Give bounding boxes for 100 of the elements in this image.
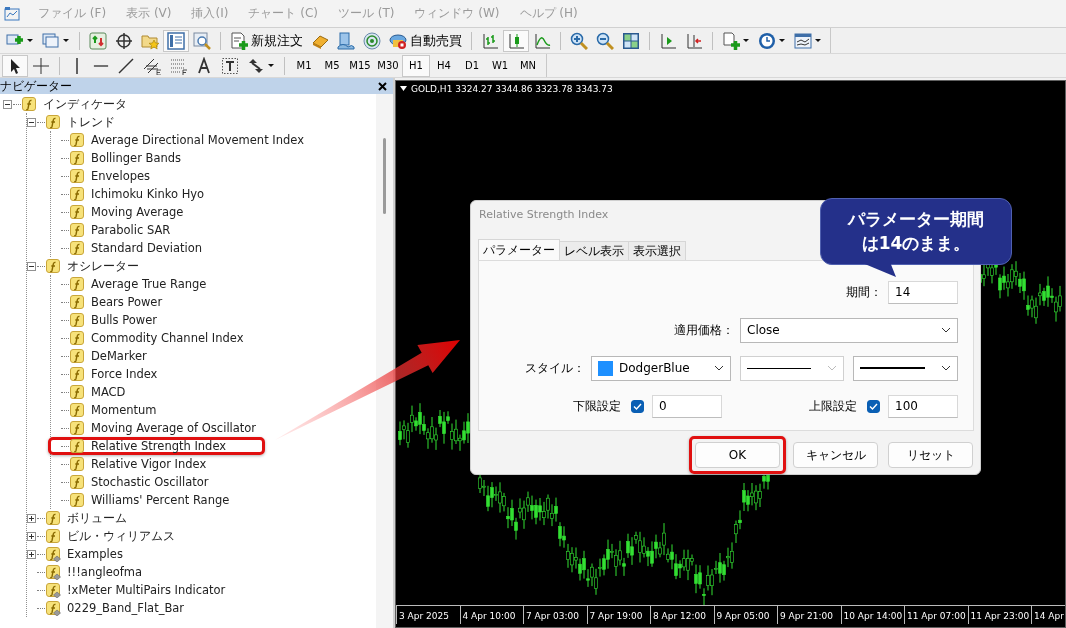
- scrollbar[interactable]: [376, 94, 393, 628]
- tree-item[interactable]: DeMarker: [91, 349, 147, 363]
- shift-chart-icon: [659, 31, 677, 50]
- tree-item[interactable]: Bollinger Bands: [91, 151, 182, 165]
- collapse-icon[interactable]: [3, 99, 12, 109]
- tree-item[interactable]: Force Index: [91, 367, 158, 381]
- tree-item[interactable]: 0229_Band_Flat_Bar: [67, 601, 185, 615]
- color-dropdown[interactable]: DodgerBlue: [591, 355, 731, 381]
- tree-item[interactable]: Envelopes: [91, 169, 151, 183]
- timeframe-button[interactable]: MN: [514, 54, 542, 77]
- tree-item[interactable]: Momentum: [91, 403, 157, 417]
- dialog-title: Relative Strength Index: [478, 207, 609, 223]
- collapse-icon[interactable]: [27, 117, 36, 127]
- tree-item[interactable]: オシレーター: [67, 258, 139, 274]
- axis-label: 4 Apr 10:00: [459, 605, 523, 624]
- line-width-dropdown[interactable]: [853, 355, 958, 381]
- checkbox[interactable]: [631, 399, 644, 413]
- field-label: スタイル：: [525, 359, 585, 377]
- panel-button[interactable]: [163, 29, 189, 52]
- tree-item[interactable]: Examples: [67, 547, 123, 561]
- timeframe-button[interactable]: M30: [374, 54, 402, 77]
- timeframe-button[interactable]: D1: [458, 54, 486, 77]
- timeframe-button[interactable]: W1: [486, 54, 514, 77]
- expand-icon[interactable]: [27, 513, 36, 523]
- candlestick-button[interactable]: [503, 29, 529, 52]
- axis-label: 14 Apr: [1031, 605, 1065, 624]
- expand-icon[interactable]: [27, 549, 36, 559]
- tree-item[interactable]: Standard Deviation: [91, 241, 202, 255]
- line-style-dropdown[interactable]: [740, 355, 844, 381]
- tree-item[interactable]: トレンド: [67, 114, 115, 130]
- dropdown-arrow-icon: [268, 63, 275, 68]
- tree-item[interactable]: Average Directional Movement Index: [91, 133, 304, 147]
- horizontal-line-icon: [93, 63, 109, 68]
- dialog-button[interactable]: リセット: [888, 442, 973, 468]
- tree-item[interactable]: Relative Strength Index: [91, 439, 227, 453]
- tab[interactable]: パラメーター: [478, 239, 560, 260]
- tree-item[interactable]: Bears Power: [91, 295, 163, 309]
- scroll-thumb[interactable]: [383, 138, 386, 214]
- tab[interactable]: 表示選択: [628, 241, 686, 260]
- input-field[interactable]: 14: [888, 280, 958, 304]
- tree-item[interactable]: Ichimoku Kinko Hyo: [91, 187, 205, 201]
- dialog-button[interactable]: OK: [695, 442, 780, 468]
- input-field[interactable]: 0: [652, 394, 722, 418]
- signal-icon: [363, 31, 381, 50]
- dropdown[interactable]: Close: [740, 317, 958, 343]
- trend-line-icon: [117, 56, 135, 75]
- input-field[interactable]: 100: [888, 394, 958, 418]
- tree-item[interactable]: !!!angleofma: [67, 565, 143, 579]
- tree-item[interactable]: Average True Range: [91, 277, 207, 291]
- tree-item[interactable]: Moving Average: [91, 205, 184, 219]
- tree-item[interactable]: MACD: [91, 385, 126, 399]
- function-icon: [46, 510, 61, 526]
- function-icon: [22, 96, 37, 112]
- magnifier-icon: [193, 31, 211, 50]
- text-tool-icon: [195, 56, 213, 75]
- tree-item[interactable]: !xMeter MultiPairs Indicator: [67, 583, 226, 597]
- tree-item[interactable]: インディケータ: [43, 96, 127, 112]
- dropdown-arrow-icon: [743, 38, 750, 43]
- function-icon: [70, 276, 85, 292]
- tree-item[interactable]: Moving Average of Oscillator: [91, 421, 257, 435]
- cursor-button[interactable]: [2, 54, 28, 77]
- field-label: 期間：: [846, 283, 882, 301]
- tree-item[interactable]: Commodity Channel Index: [91, 331, 244, 345]
- function-icon: [70, 420, 85, 436]
- zoom-out-icon: [596, 31, 614, 50]
- close-icon[interactable]: [378, 81, 387, 91]
- auto-trading-button[interactable]: 自動売買: [385, 29, 466, 52]
- tab[interactable]: レベル表示: [559, 241, 629, 260]
- timeframe-button[interactable]: M5: [318, 54, 346, 77]
- tree-item[interactable]: Bulls Power: [91, 313, 157, 327]
- tree-item[interactable]: Williams' Percent Range: [91, 493, 230, 507]
- panel-icon: [167, 31, 185, 50]
- expand-icon[interactable]: [27, 531, 36, 541]
- field-label: 下限設定: [573, 397, 621, 415]
- new-order-button[interactable]: 新規注文: [226, 29, 307, 52]
- axis-label: 7 Apr 03:00: [523, 605, 587, 624]
- tree-item[interactable]: Stochastic Oscillator: [91, 475, 209, 489]
- robot-icon: [389, 31, 407, 50]
- timeframe-button[interactable]: H4: [430, 54, 458, 77]
- dialog-button[interactable]: キャンセル: [793, 442, 878, 468]
- crosshair-icon: [115, 31, 133, 50]
- collapse-icon[interactable]: [27, 261, 36, 271]
- axis-label: 9 Apr 21:00: [777, 605, 841, 624]
- function-icon: [70, 204, 85, 220]
- channel-icon: [143, 56, 161, 75]
- dropdown-arrow-icon[interactable]: [400, 86, 407, 92]
- timeframe-button[interactable]: H1: [402, 54, 430, 77]
- arrows-up-down-icon: [89, 31, 107, 50]
- function-icon: [70, 438, 85, 454]
- tree-item[interactable]: Relative Vigor Index: [91, 457, 207, 471]
- timeframe-button[interactable]: M15: [346, 54, 374, 77]
- function-icon: [70, 474, 85, 490]
- chevron-down-icon: [941, 365, 951, 371]
- template-plus-icon: [722, 31, 740, 50]
- label-tool-icon: [221, 56, 239, 75]
- timeframe-button[interactable]: M1: [290, 54, 318, 77]
- tree-item[interactable]: Parabolic SAR: [91, 223, 171, 237]
- tree-item[interactable]: ボリューム: [67, 510, 127, 526]
- tree-item[interactable]: ビル・ウィリアムス: [67, 528, 175, 544]
- checkbox[interactable]: [867, 399, 880, 413]
